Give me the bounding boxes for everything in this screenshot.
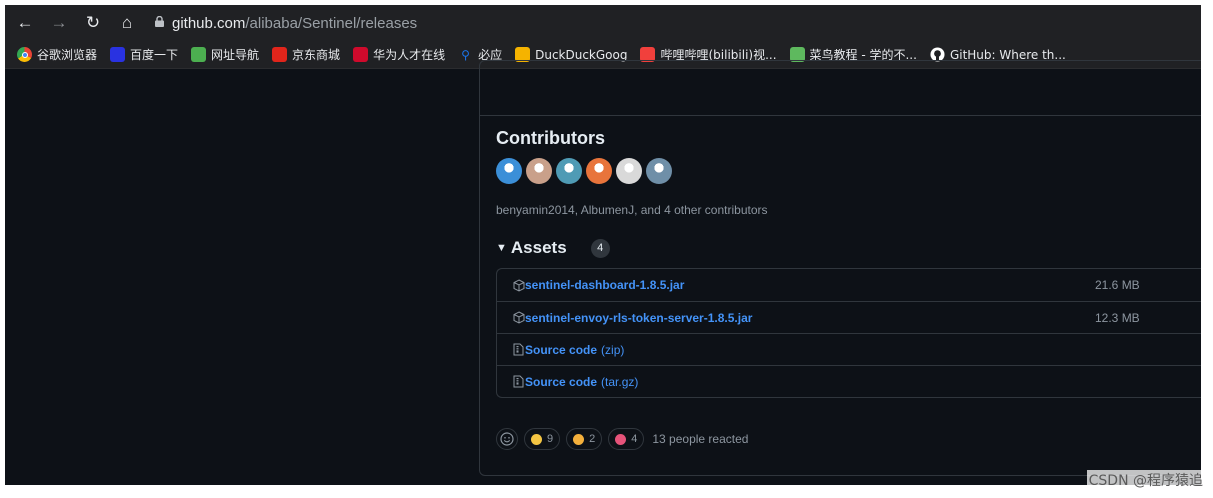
contributor-avatar[interactable]	[646, 158, 672, 184]
asset-link[interactable]: Source code	[525, 343, 597, 357]
contributors-title: Contributors	[496, 128, 605, 148]
url-path: /alibaba/Sentinel/releases	[245, 14, 418, 32]
asset-format[interactable]: (tar.gz)	[601, 375, 638, 389]
home-icon	[191, 47, 207, 62]
baidu-icon	[110, 47, 126, 62]
jd-icon	[272, 47, 288, 62]
asset-size: 21.6 MB	[1095, 278, 1140, 292]
browser-window: ← → ↻ ⌂ github.com/alibaba/Sentinel/rele…	[5, 5, 1201, 485]
caret-down-icon: ▼	[496, 242, 507, 254]
reload-icon[interactable]: ↻	[79, 9, 107, 37]
assets-count-badge: 4	[590, 238, 610, 258]
package-icon	[513, 311, 525, 324]
release-card: Contributors benyamin2014, AlbumenJ, and…	[479, 60, 1201, 476]
contributor-avatar[interactable]	[556, 158, 582, 184]
github-release-page: Contributors benyamin2014, AlbumenJ, and…	[5, 60, 1201, 485]
chrome-icon	[17, 47, 32, 62]
forward-arrow-icon[interactable]: →	[45, 9, 73, 37]
browser-toolbar: ← → ↻ ⌂ github.com/alibaba/Sentinel/rele…	[5, 5, 1201, 41]
reaction-button[interactable]: 2	[566, 428, 603, 450]
bookmark-item[interactable]: 百度一下	[110, 46, 178, 63]
reaction-count: 4	[631, 433, 638, 445]
reaction-button[interactable]: 4	[608, 428, 645, 450]
asset-row: Source code (tar.gz)	[497, 365, 1201, 397]
asset-row: Source code (zip)	[497, 333, 1201, 365]
divider	[480, 115, 1201, 116]
bookmark-item[interactable]: 网址导航	[191, 46, 259, 63]
bookmark-label: 百度一下	[130, 48, 179, 62]
assets-toggle[interactable]: ▼ Assets 4	[496, 238, 610, 258]
asset-format[interactable]: (zip)	[601, 343, 624, 357]
bookmark-label: 网址导航	[211, 48, 260, 62]
bookmark-item[interactable]: 谷歌浏览器	[17, 46, 97, 63]
bookmark-item[interactable]: 华为人才在线	[353, 46, 445, 63]
contributor-avatar[interactable]	[616, 158, 642, 184]
asset-row: sentinel-dashboard-1.8.5.jar 21.6 MB	[497, 269, 1201, 301]
rocket-icon	[615, 433, 627, 445]
reaction-items: 9 2 4	[524, 428, 650, 450]
home-icon[interactable]: ⌂	[113, 9, 141, 37]
asset-link[interactable]: sentinel-envoy-rls-token-server-1.8.5.ja…	[525, 311, 752, 325]
reactions-bar: 9 2 4 13 people reacted	[496, 428, 748, 450]
url-host: github.com	[172, 14, 246, 32]
watermark: CSDN @程序猿追	[1086, 470, 1205, 490]
laugh-icon	[573, 433, 585, 445]
bookmark-label: 京东商城	[292, 48, 341, 62]
assets-list: sentinel-dashboard-1.8.5.jar 21.6 MB senti…	[496, 268, 1201, 398]
assets-title: Assets	[510, 238, 567, 257]
reactions-summary: 13 people reacted	[652, 432, 749, 446]
asset-size: 12.3 MB	[1095, 310, 1140, 325]
bookmark-label: 谷歌浏览器	[37, 48, 98, 62]
package-icon	[513, 278, 525, 292]
lock-icon	[155, 15, 164, 30]
contributor-avatar[interactable]	[526, 158, 552, 184]
bookmark-item[interactable]: 京东商城	[272, 46, 340, 63]
reaction-count: 2	[589, 433, 596, 445]
bookmark-label: 华为人才在线	[373, 48, 446, 62]
search-icon: ⚲	[461, 47, 470, 62]
contributor-avatar[interactable]	[496, 158, 522, 184]
reaction-button[interactable]: 9	[524, 428, 561, 450]
add-reaction-button[interactable]	[496, 428, 518, 450]
contributors-text[interactable]: benyamin2014, AlbumenJ, and 4 other cont…	[496, 203, 768, 217]
file-zip-icon	[513, 343, 525, 356]
contributor-avatar[interactable]	[586, 158, 612, 184]
address-bar[interactable]: github.com/alibaba/Sentinel/releases	[155, 15, 417, 32]
asset-link[interactable]: Source code	[525, 375, 597, 389]
asset-row: sentinel-envoy-rls-token-server-1.8.5.ja…	[497, 301, 1201, 333]
file-zip-icon	[513, 375, 525, 388]
reaction-count: 9	[547, 433, 554, 445]
asset-link[interactable]: sentinel-dashboard-1.8.5.jar	[525, 278, 684, 292]
back-arrow-icon[interactable]: ←	[11, 9, 39, 37]
contributor-avatars	[496, 158, 676, 184]
smiley-icon	[500, 432, 514, 446]
thumbs-up-icon	[531, 433, 542, 445]
huawei-icon	[353, 47, 369, 62]
